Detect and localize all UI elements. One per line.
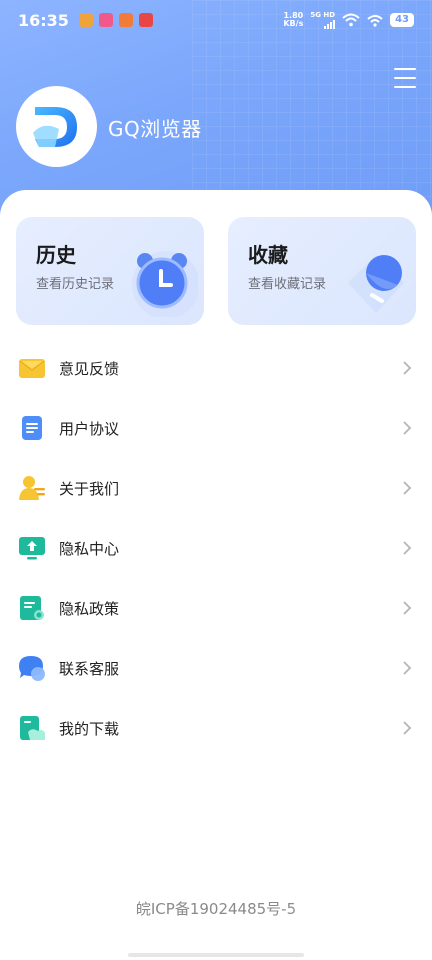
status-bar: 16:35 1.80 KB/s 5G HD 43 — [0, 0, 432, 40]
download-folder-icon — [20, 716, 45, 740]
menu-item-feedback[interactable]: 意见反馈 — [0, 338, 432, 398]
home-indicator[interactable] — [128, 953, 304, 957]
menu-item-label: 隐私中心 — [59, 539, 120, 558]
notification-app-icon — [98, 13, 113, 27]
battery-indicator: 43 — [390, 13, 414, 27]
chevron-right-icon — [403, 721, 412, 735]
chevron-right-icon — [403, 541, 412, 555]
app-name: GQ浏览器 — [108, 117, 202, 141]
chevron-right-icon — [403, 421, 412, 435]
status-time: 16:35 — [18, 10, 69, 30]
alarm-clock-icon — [132, 251, 198, 317]
document-icon — [22, 416, 42, 440]
menu-item-label: 关于我们 — [59, 479, 120, 498]
cell-signal: 5G HD — [310, 10, 336, 29]
notification-shop-icon — [118, 13, 133, 27]
favorites-card-title: 收藏 — [248, 243, 288, 267]
person-icon — [19, 476, 45, 500]
history-card-subtitle: 查看历史记录 — [36, 277, 115, 292]
net-speed-unit: KB/s — [283, 19, 304, 28]
menu-item-my-downloads[interactable]: 我的下载 — [0, 698, 432, 758]
menu-item-label: 我的下载 — [59, 719, 120, 738]
signal-bars-icon — [324, 19, 336, 29]
history-card-title: 历史 — [36, 243, 76, 267]
menu-button[interactable] — [394, 68, 416, 88]
menu-item-label: 联系客服 — [59, 659, 120, 678]
icp-fade-overlay — [290, 893, 380, 921]
chat-bubble-icon — [19, 656, 45, 681]
envelope-icon — [19, 359, 45, 378]
monitor-upload-icon — [19, 537, 45, 560]
menu-item-label: 意见反馈 — [59, 359, 120, 378]
menu-item-label: 隐私政策 — [59, 599, 120, 618]
menu-item-customer-service[interactable]: 联系客服 — [0, 638, 432, 698]
menu-item-label: 用户协议 — [59, 419, 120, 438]
favorites-card-subtitle: 查看收藏记录 — [248, 277, 327, 292]
history-card[interactable]: 历史 查看历史记录 — [16, 217, 204, 325]
wifi-icon — [342, 13, 360, 27]
menu-line — [394, 68, 416, 70]
chevron-right-icon — [403, 481, 412, 495]
menu-list: 意见反馈 用户协议 关于我们 隐私中心 隐私政策 联系客服 我的下载 — [0, 338, 432, 758]
chevron-right-icon — [403, 661, 412, 675]
app-logo-icon — [32, 106, 77, 147]
chevron-right-icon — [403, 361, 412, 375]
policy-document-icon — [20, 596, 44, 620]
notification-listen-icon — [138, 13, 153, 27]
favorites-card[interactable]: 收藏 查看收藏记录 — [228, 217, 416, 325]
bookmark-pin-icon — [348, 255, 404, 313]
network-speed: 1.80 KB/s — [283, 12, 303, 28]
app-logo — [16, 86, 97, 167]
menu-item-privacy-policy[interactable]: 隐私政策 — [0, 578, 432, 638]
menu-item-about-us[interactable]: 关于我们 — [0, 458, 432, 518]
wifi-secondary-icon — [367, 15, 383, 27]
notification-heart-icon — [78, 13, 93, 27]
menu-item-privacy-center[interactable]: 隐私中心 — [0, 518, 432, 578]
signal-label: 5G HD — [310, 10, 336, 19]
menu-item-user-agreement[interactable]: 用户协议 — [0, 398, 432, 458]
chevron-right-icon — [403, 601, 412, 615]
menu-line — [394, 86, 416, 88]
menu-line — [394, 77, 416, 79]
